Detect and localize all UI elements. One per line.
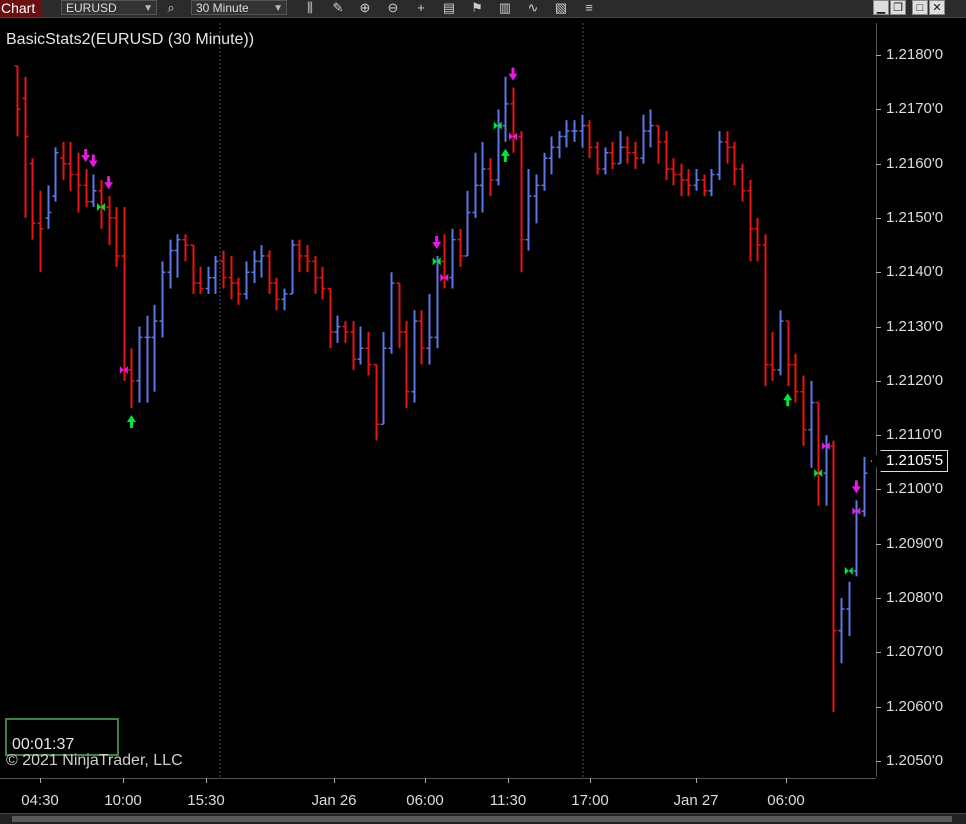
price-tick-label: 1.2170'0 xyxy=(886,100,944,118)
price-tick-label: 1.2070'0 xyxy=(886,643,944,661)
time-tick-label: 11:30 xyxy=(489,792,527,809)
chart-title: BasicStats2(EURUSD (30 Minute)) xyxy=(6,31,255,48)
time-tick-label: 04:30 xyxy=(21,792,59,809)
price-tick-mark xyxy=(876,55,881,56)
time-tick-mark xyxy=(40,778,41,783)
time-tick-mark xyxy=(786,778,787,783)
price-tick-label: 1.2080'0 xyxy=(886,589,944,607)
price-tick-label: 1.2100'0 xyxy=(886,480,944,498)
time-tick-label: 15:30 xyxy=(187,792,225,809)
price-tick-label: 1.2150'0 xyxy=(886,208,944,226)
up-arrow-signal xyxy=(500,148,510,162)
price-tick-label: 1.2110'0 xyxy=(886,426,942,444)
time-tick-label: Jan 27 xyxy=(673,792,719,809)
price-tick-mark xyxy=(876,109,881,111)
time-tick-mark xyxy=(123,778,124,783)
down-arrow-signal xyxy=(81,149,91,163)
up-arrow-signal xyxy=(126,415,136,428)
time-tick-label: 10:00 xyxy=(104,792,142,809)
time-tick-label: 06:00 xyxy=(406,792,444,809)
up-arrow-signal xyxy=(783,393,793,407)
time-tick-label: Jan 26 xyxy=(311,792,357,809)
time-tick-mark xyxy=(590,778,591,783)
time-tick-mark xyxy=(425,778,426,783)
price-tick-mark xyxy=(876,489,881,491)
price-tick-mark xyxy=(876,598,881,600)
time-tick-mark xyxy=(508,778,509,783)
down-arrow-signal xyxy=(88,154,98,168)
price-tick-label: 1.2060'0 xyxy=(886,697,944,715)
current-price-marker: 1.2105'5 xyxy=(871,450,949,472)
signal-marker xyxy=(844,566,853,575)
price-tick-mark xyxy=(876,652,881,654)
time-tick-label: 17:00 xyxy=(571,792,609,809)
price-tick-label: 1.2120'0 xyxy=(886,371,944,389)
down-arrow-signal xyxy=(432,235,442,249)
price-tick-label: 1.2130'0 xyxy=(886,317,944,335)
price-tick-label: 1.2180'0 xyxy=(886,46,944,63)
price-tick-mark xyxy=(876,380,881,382)
horizontal-scrollbar[interactable] xyxy=(0,813,966,824)
price-tick-mark xyxy=(876,163,881,165)
down-arrow-signal xyxy=(851,480,861,494)
price-tick-mark xyxy=(876,326,881,328)
price-tick-mark xyxy=(876,761,881,762)
price-tick-mark xyxy=(876,706,881,708)
price-tick-label: 1.2140'0 xyxy=(886,263,944,281)
time-tick-mark xyxy=(696,778,697,783)
price-tick-label: 1.2090'0 xyxy=(886,534,944,552)
price-chart xyxy=(14,23,868,777)
price-tick-mark xyxy=(876,272,881,274)
price-tick-mark xyxy=(876,543,881,545)
time-tick-mark xyxy=(334,778,335,783)
price-tick-label: 1.2050'0 xyxy=(886,752,944,769)
scrollbar-thumb[interactable] xyxy=(12,816,952,822)
price-tick-mark xyxy=(876,435,881,437)
down-arrow-signal xyxy=(104,176,114,190)
down-arrow-signal xyxy=(508,67,518,81)
price-tick-label: 1.2160'0 xyxy=(886,154,944,172)
copyright-text: © 2021 NinjaTrader, LLC xyxy=(6,752,183,769)
time-tick-mark xyxy=(206,778,207,783)
price-tick-mark xyxy=(876,217,881,219)
time-tick-label: 06:00 xyxy=(767,792,805,809)
